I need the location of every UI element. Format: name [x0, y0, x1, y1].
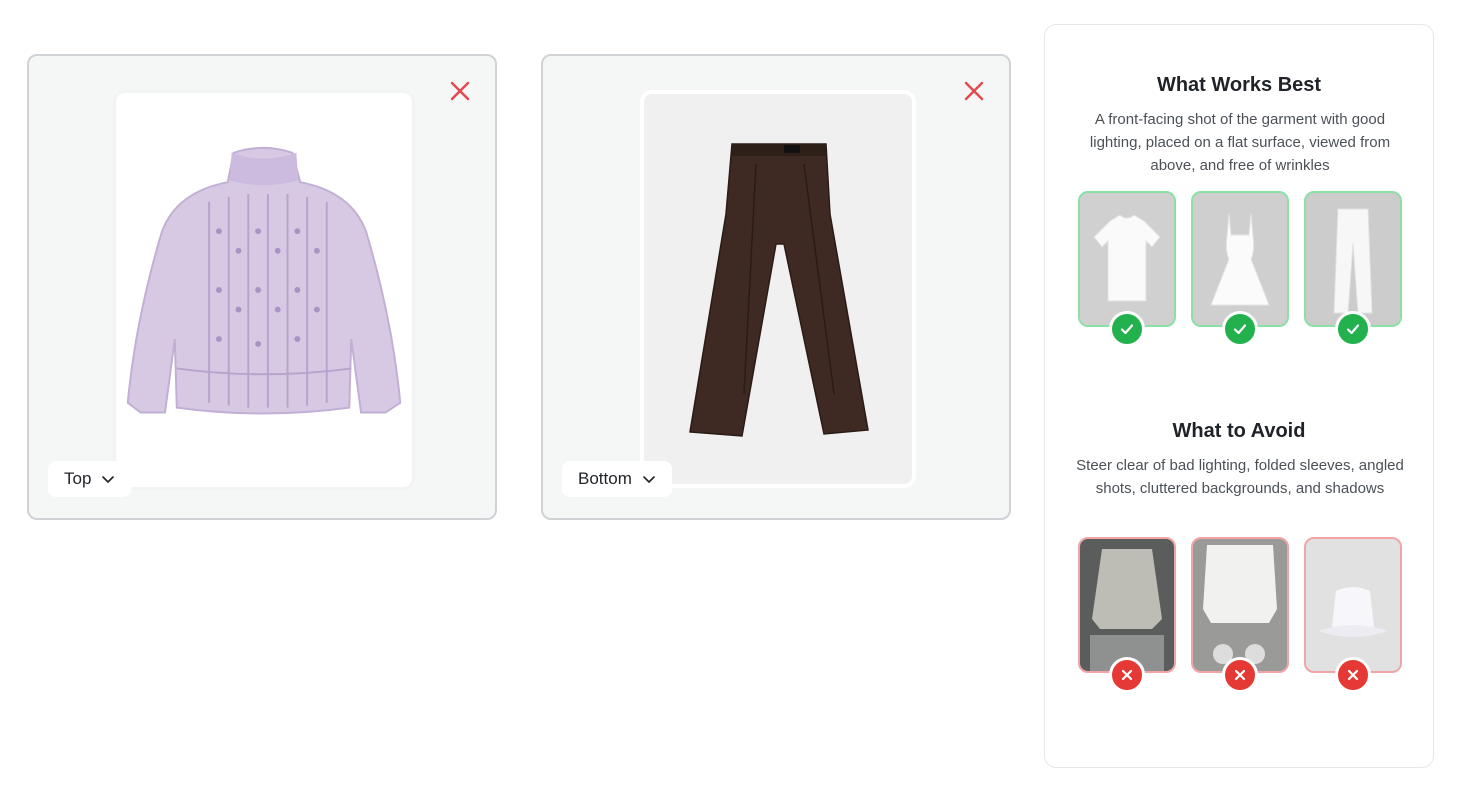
- rejected-badge: [1222, 657, 1258, 693]
- approved-badge: [1222, 311, 1258, 347]
- tshirt-image: [1080, 193, 1174, 325]
- upload-card-bottom: Bottom: [541, 54, 1011, 520]
- rejected-badge: [1109, 657, 1145, 693]
- garment-photo-sweater: [113, 90, 415, 490]
- remove-bottom-button[interactable]: [963, 80, 985, 102]
- garment-photo-trousers: [640, 90, 916, 488]
- category-select-label: Top: [64, 469, 92, 488]
- category-select-bottom[interactable]: Bottom: [562, 461, 672, 497]
- x-icon: [1234, 669, 1246, 681]
- good-example-trousers: [1304, 191, 1402, 327]
- upload-card-top: Top: [27, 54, 497, 520]
- avoid-section-title: What to Avoid: [1172, 420, 1306, 442]
- chevron-down-icon: [643, 476, 655, 483]
- x-icon: [1121, 669, 1133, 681]
- category-select-top[interactable]: Top: [48, 461, 132, 497]
- sweater-image: [116, 93, 412, 487]
- avoid-section-description: Steer clear of bad lighting, folded slee…: [1076, 457, 1404, 497]
- check-icon: [1120, 324, 1134, 335]
- rejected-badge: [1335, 657, 1371, 693]
- approved-badge: [1109, 311, 1145, 347]
- bucket-hat-image: [1306, 539, 1400, 671]
- close-icon: [450, 81, 470, 101]
- avoid-examples-row: [1078, 537, 1402, 697]
- avoid-example-dim-sweater: [1078, 537, 1176, 673]
- approved-badge: [1335, 311, 1371, 347]
- avoid-example-shadowed-hat: [1304, 537, 1402, 673]
- good-section-description: A front-facing shot of the garment with …: [1089, 111, 1391, 174]
- close-icon: [964, 81, 984, 101]
- grey-sweater-image: [1080, 539, 1174, 671]
- check-icon: [1346, 324, 1360, 335]
- good-section-title: What Works Best: [1156, 74, 1322, 96]
- white-sweater-image: [1193, 539, 1287, 671]
- dress-image: [1193, 193, 1287, 325]
- avoid-example-cluttered-sweater: [1191, 537, 1289, 673]
- remove-top-button[interactable]: [449, 80, 471, 102]
- photo-guidelines-panel: What Works Best A front-facing shot of t…: [1044, 24, 1434, 768]
- x-icon: [1347, 669, 1359, 681]
- check-icon: [1233, 324, 1247, 335]
- good-examples-row: [1078, 191, 1402, 351]
- white-trousers-image: [1306, 193, 1400, 325]
- trousers-image: [644, 94, 912, 484]
- chevron-down-icon: [102, 476, 115, 483]
- category-select-label: Bottom: [578, 469, 632, 488]
- good-example-dress: [1191, 191, 1289, 327]
- good-example-tshirt: [1078, 191, 1176, 327]
